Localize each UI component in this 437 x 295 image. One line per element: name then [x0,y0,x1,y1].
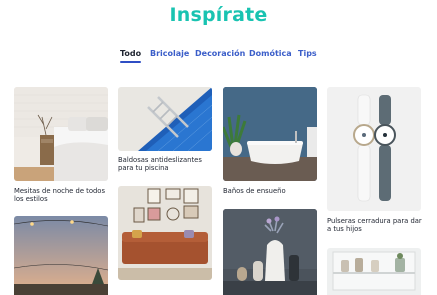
card-caption-pulseras[interactable]: Pulseras cerradura para dar a tus hijos [327,217,427,234]
card-bathroom-image[interactable] [223,87,317,181]
kitchen-shelf-image [327,248,421,295]
card-kitchen-image[interactable] [327,248,421,295]
watches-image [327,87,421,211]
tab-tips[interactable]: Tips [298,49,317,58]
card-watches-image[interactable] [327,87,421,211]
card-pool-image[interactable] [118,87,212,151]
card-caption-baldosas[interactable]: Baldosas antideslizantes para tu piscina [118,156,218,173]
card-livingroom-image[interactable] [118,186,212,280]
category-tabs: Todo Bricolaje Decoración Domótica Tips [0,49,437,69]
bedroom-image [14,87,108,181]
string-lights-image [14,216,108,295]
card-caption-banos[interactable]: Baños de ensueño [223,187,321,195]
card-vases-image[interactable] [223,209,317,295]
card-caption-mesitas[interactable]: Mesitas de noche de todos los estilos [14,187,112,204]
card-bedroom-image[interactable] [14,87,108,181]
vases-image [223,209,317,295]
tab-bricolaje[interactable]: Bricolaje [150,49,189,58]
tab-decoracion[interactable]: Decoración [195,49,245,58]
card-lights-image[interactable] [14,216,108,295]
tab-todo[interactable]: Todo [120,49,142,63]
pool-image [118,87,212,151]
bathroom-image [223,87,317,181]
page-title: Inspírate [169,4,268,26]
living-room-image [118,186,212,280]
tab-domotica[interactable]: Domótica [249,49,292,58]
